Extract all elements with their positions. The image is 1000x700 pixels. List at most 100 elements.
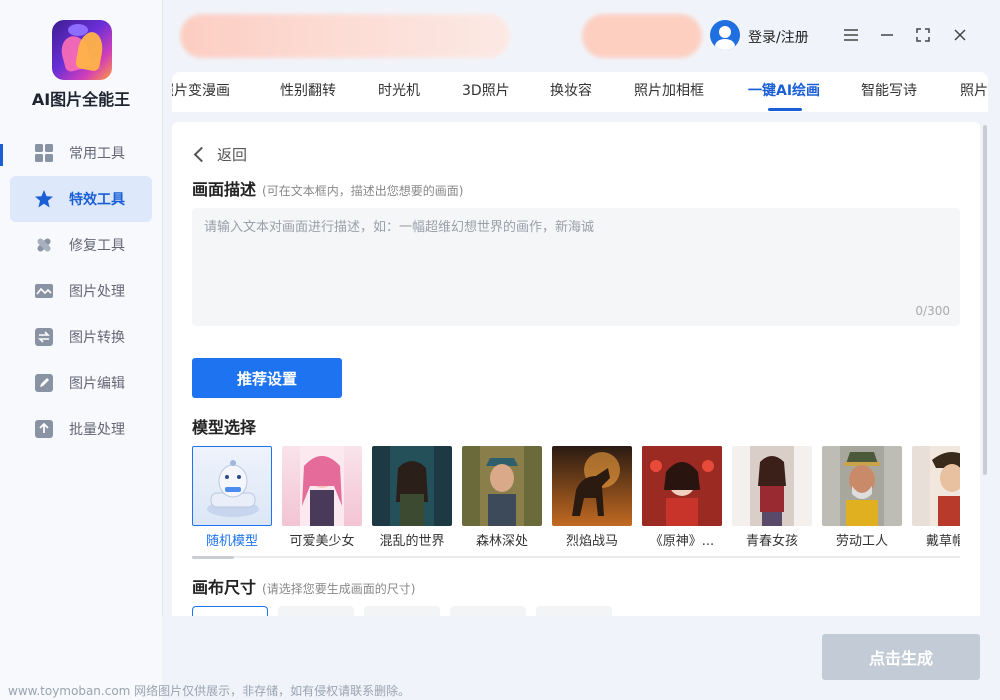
model-option[interactable]: 森林深处	[462, 446, 542, 549]
model-thumbnail	[192, 446, 272, 526]
app-name: AI图片全能王	[31, 90, 131, 109]
canvas-size-title: 画布尺寸	[192, 578, 257, 597]
char-counter: 0/300	[915, 304, 950, 318]
main-scrollbar[interactable]	[983, 125, 987, 475]
model-option[interactable]: 《原神》...	[642, 446, 722, 549]
login-register-link[interactable]: 登录/注册	[748, 27, 809, 47]
canvas-size-option[interactable]	[364, 606, 440, 616]
model-option[interactable]: 劳动工人	[822, 446, 902, 549]
tab-photo-frame[interactable]: 照片加相框	[634, 72, 704, 112]
model-thumbnail	[912, 446, 960, 526]
model-label: 青春女孩	[745, 534, 798, 549]
model-scroll-thumb[interactable]	[192, 556, 234, 559]
sidebar-item-image-edit[interactable]: 图片编辑	[10, 360, 152, 406]
title-bar: 登录/注册	[162, 0, 1000, 70]
sidebar-item-batch-processing[interactable]: 批量处理	[10, 406, 152, 452]
tab-photo-to-cartoon[interactable]: 照片变漫画	[172, 72, 230, 112]
model-thumbnail	[552, 446, 632, 526]
edit-icon	[34, 373, 54, 393]
model-option-random[interactable]: 随机模型	[192, 446, 272, 549]
canvas-size-option[interactable]	[536, 606, 612, 616]
description-box: 0/300	[192, 208, 960, 326]
tab-time-machine[interactable]: 时光机	[378, 72, 420, 112]
recommend-settings-button[interactable]: 推荐设置	[192, 358, 342, 398]
star-icon	[34, 189, 54, 209]
sidebar-item-image-processing[interactable]: 图片处理	[10, 268, 152, 314]
sidebar-item-label: 图片编辑	[69, 376, 125, 392]
model-heading: 模型选择	[192, 418, 257, 437]
model-option[interactable]: 可爱美少女	[282, 446, 362, 549]
tab-makeup[interactable]: 换妆容	[550, 72, 592, 112]
app-logo	[52, 20, 112, 80]
model-thumbnail	[282, 446, 362, 526]
minimize-icon[interactable]	[874, 22, 900, 48]
canvas-size-hint: (请选择您要生成画面的尺寸)	[262, 582, 416, 596]
generate-button[interactable]: 点击生成	[822, 634, 980, 680]
sidebar-item-repair-tools[interactable]: 修复工具	[10, 222, 152, 268]
model-option[interactable]: 混乱的世界	[372, 446, 452, 549]
description-title: 画面描述	[192, 180, 257, 199]
app-window: AI图片全能王 常用工具 特效工具 修复工具 图片处理 图片转换 图片编辑 批量…	[0, 0, 1000, 700]
canvas-size-options	[192, 606, 692, 616]
model-thumbnail	[462, 446, 542, 526]
sidebar-item-image-convert[interactable]: 图片转换	[10, 314, 152, 360]
user-avatar-icon[interactable]	[710, 20, 740, 50]
bandage-icon	[34, 235, 54, 255]
sidebar-item-label: 特效工具	[69, 192, 125, 208]
blurred-banner-2	[582, 14, 702, 58]
sidebar-item-label: 图片处理	[69, 284, 125, 300]
active-tab-underline	[768, 108, 802, 111]
active-nav-marker	[0, 144, 3, 166]
grid-icon	[34, 143, 54, 163]
canvas-size-option[interactable]	[278, 606, 354, 616]
sidebar-item-effects-tools[interactable]: 特效工具	[10, 176, 152, 222]
chevron-left-icon	[193, 146, 210, 163]
sidebar-item-label: 常用工具	[69, 146, 125, 162]
model-label: 随机模型	[205, 534, 258, 549]
watermark-text: www.toymoban.com 网络图片仅供展示，非存储，如有侵权请联系删除。	[8, 684, 411, 698]
menu-icon[interactable]	[838, 22, 864, 48]
model-label: 戴草帽的	[925, 534, 960, 549]
sidebar: AI图片全能王 常用工具 特效工具 修复工具 图片处理 图片转换 图片编辑 批量…	[0, 0, 163, 700]
tab-ai-painting[interactable]: 一键AI绘画	[748, 72, 820, 112]
sidebar-item-common-tools[interactable]: 常用工具	[10, 130, 152, 176]
description-input[interactable]	[192, 208, 960, 326]
model-list: 随机模型 可爱美少女 混乱的世界 森林深处 烈焰战马 《原神》... 青春女孩 …	[192, 446, 960, 556]
blurred-banner	[180, 14, 510, 58]
feature-tabs: 照片变漫画 性别翻转 时光机 3D照片 换妆容 照片加相框 一键AI绘画 智能写…	[172, 72, 988, 112]
model-label: 混乱的世界	[379, 534, 445, 549]
model-label: 可爱美少女	[289, 534, 355, 549]
canvas-size-option[interactable]	[192, 606, 268, 616]
convert-icon	[34, 327, 54, 347]
image-icon	[34, 281, 54, 301]
tab-photo[interactable]: 照片	[960, 72, 988, 112]
model-thumbnail	[642, 446, 722, 526]
model-option[interactable]: 戴草帽的	[912, 446, 960, 549]
model-option[interactable]: 青春女孩	[732, 446, 812, 549]
model-option[interactable]: 烈焰战马	[552, 446, 632, 549]
close-icon[interactable]	[947, 22, 973, 48]
tab-smart-poem[interactable]: 智能写诗	[861, 72, 917, 112]
sidebar-item-label: 批量处理	[69, 422, 125, 438]
tab-3d-photo[interactable]: 3D照片	[462, 72, 510, 112]
model-thumbnail	[732, 446, 812, 526]
back-label: 返回	[217, 146, 248, 164]
maximize-icon[interactable]	[910, 22, 936, 48]
sidebar-item-label: 图片转换	[69, 330, 125, 346]
model-label: 森林深处	[475, 534, 528, 549]
canvas-size-heading: 画布尺寸 (请选择您要生成画面的尺寸)	[192, 574, 415, 598]
canvas-size-option[interactable]	[450, 606, 526, 616]
description-hint: (可在文本框内，描述出您想要的画面)	[262, 184, 464, 198]
model-scroll-track	[192, 556, 960, 558]
description-heading: 画面描述 (可在文本框内，描述出您想要的画面)	[192, 176, 463, 200]
model-label: 烈焰战马	[565, 534, 618, 549]
back-button[interactable]: 返回	[192, 144, 247, 165]
model-label: 《原神》...	[649, 534, 715, 549]
upload-icon	[34, 419, 54, 439]
sidebar-item-label: 修复工具	[69, 238, 125, 254]
model-label: 劳动工人	[835, 534, 888, 549]
sidebar-nav: 常用工具 特效工具 修复工具 图片处理 图片转换 图片编辑 批量处理	[10, 130, 152, 452]
tab-gender-swap[interactable]: 性别翻转	[280, 72, 336, 112]
model-thumbnail	[372, 446, 452, 526]
main-panel: 返回 画面描述 (可在文本框内，描述出您想要的画面) 0/300 推荐设置 模型选…	[172, 122, 980, 616]
